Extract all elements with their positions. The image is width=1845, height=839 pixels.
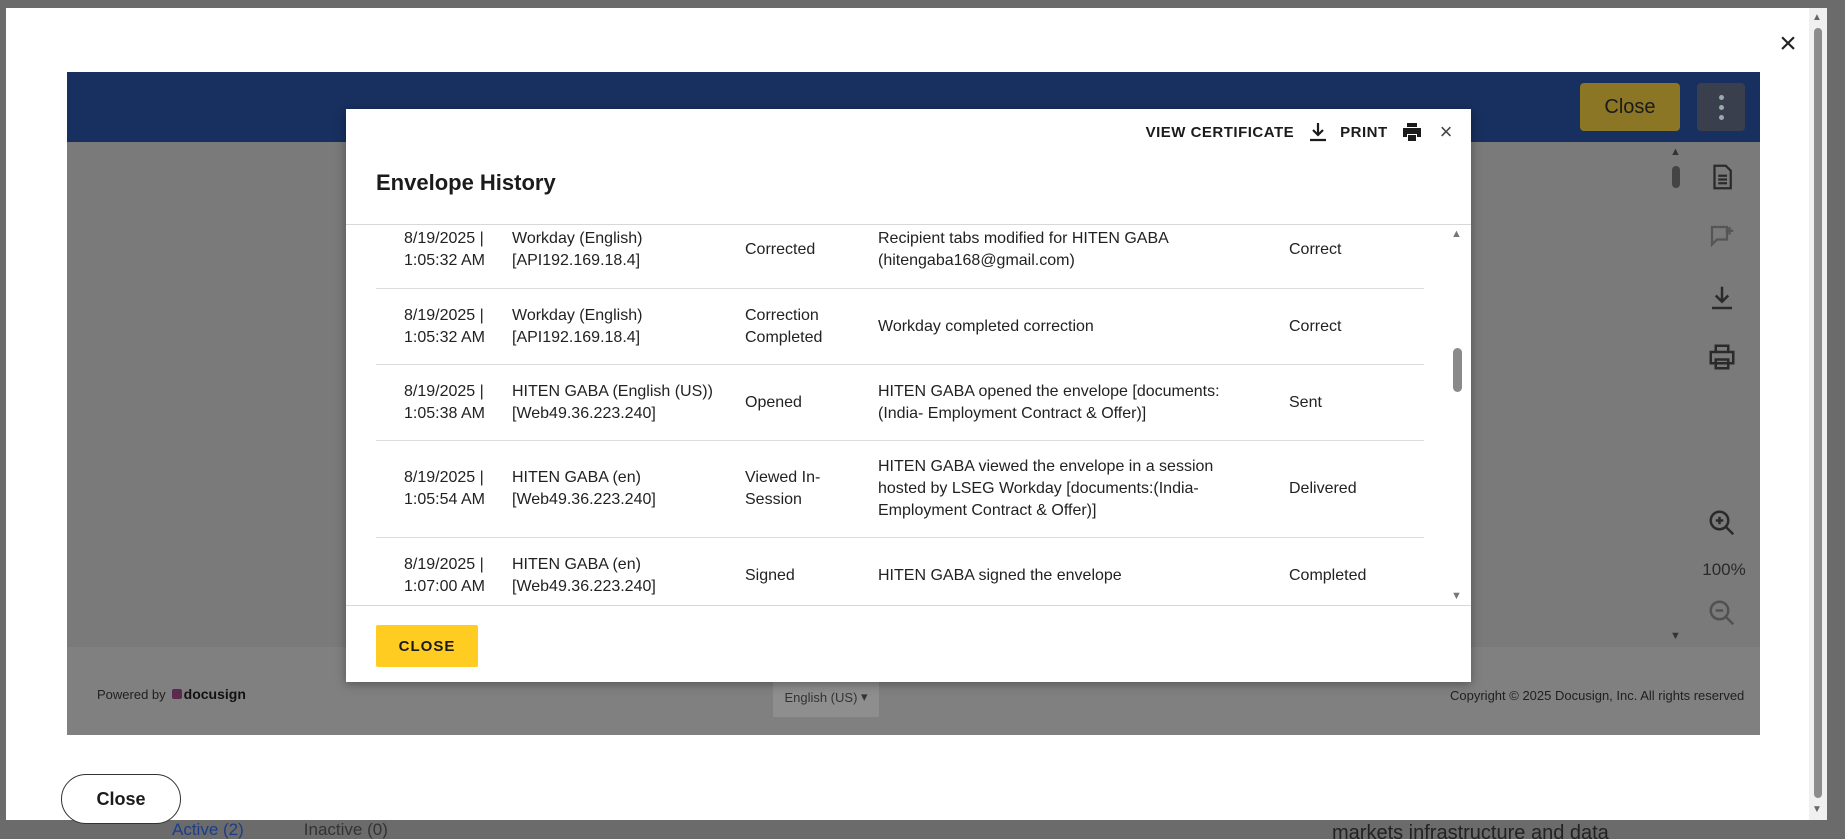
print-icon [1402,123,1421,141]
download-icon[interactable] [1707,283,1737,313]
scroll-down-icon[interactable]: ▼ [1670,630,1681,642]
scroll-thumb[interactable] [1453,348,1462,392]
row-time: 8/19/2025 | 1:05:32 AM [404,306,485,346]
row-status: Completed [1289,566,1367,584]
row-user: Workday (English) [API192.169.18.4] [512,229,643,269]
row-user: HITEN GABA (en) [Web49.36.223.240] [512,469,656,508]
scroll-thumb[interactable] [1672,166,1680,188]
docusign-logo: docusign [171,686,246,702]
row-user: HITEN GABA (English (US)) [Web49.36.223.2… [512,382,713,422]
row-details: HITEN GABA opened the envelope [document… [878,382,1220,422]
print-icon[interactable] [1707,342,1737,372]
scroll-up-icon[interactable]: ▲ [1451,228,1462,240]
row-action: Correction Completed [745,306,823,346]
background-tabs: Active (2) Inactive (0) [172,820,448,839]
scroll-thumb[interactable] [1814,28,1822,798]
view-certificate-button[interactable]: VIEW CERTIFICATE [1146,120,1331,144]
scroll-up-icon[interactable]: ▲ [1670,146,1681,158]
dialog-scrollbar[interactable]: ▲ ▼ [1450,224,1464,606]
dialog-title: Envelope History [376,170,556,195]
row-details: Recipient tabs modified for HITEN GABA (h… [878,229,1169,269]
row-status: Correct [1289,317,1342,335]
scroll-down-icon[interactable]: ▼ [1812,804,1822,815]
row-action: Corrected [745,240,816,258]
row-time: 8/19/2025 | 1:05:54 AM [404,469,485,508]
tab-inactive[interactable]: Inactive (0) [304,820,388,839]
more-options-icon[interactable] [1697,83,1745,131]
tab-active[interactable]: Active (2) [172,820,244,839]
zoom-out-icon[interactable] [1707,598,1737,628]
viewer-scrollbar[interactable]: ▲ ▼ [1669,146,1683,646]
history-rows: 8/19/2025 | 1:05:32 AM Workday (English)[… [376,225,1424,605]
page-scrollbar[interactable]: ▲ ▼ [1809,8,1827,820]
row-status: Delivered [1289,480,1357,497]
dialog-close-button[interactable]: CLOSE [376,625,478,667]
language-select[interactable]: English (US) ▾ [773,677,879,717]
close-icon[interactable]: × [1774,29,1802,59]
history-table: 8/19/2025 | 1:05:32 AM Workday (English)[… [346,224,1471,606]
row-details: HITEN GABA signed the envelope [878,566,1122,584]
row-details: Workday completed correction [878,317,1094,335]
envelope-history-dialog: VIEW CERTIFICATE PRINT × Envelope Histor… [346,109,1471,682]
add-comment-icon[interactable] [1707,222,1737,252]
viewer-close-button[interactable]: Close [1580,83,1680,131]
table-row: 8/19/2025 | 1:05:38 AM HITEN GABA (Englis… [376,365,1424,441]
scroll-up-icon[interactable]: ▲ [1812,12,1822,23]
row-action: Signed [745,566,795,584]
row-time: 8/19/2025 | 1:05:32 AM [404,229,485,269]
copyright-text: Copyright © 2025 Docusign, Inc. All righ… [1450,688,1745,703]
table-row: 8/19/2025 | 1:05:54 AM HITEN GABA (en) [We… [376,441,1424,538]
document-icon[interactable] [1707,162,1737,192]
zoom-level: 100% [1702,560,1746,579]
table-row: 8/19/2025 | 1:05:32 AM Workday (English)[… [376,289,1424,365]
row-action: Viewed In-Session [745,469,821,508]
dialog-toolbar: VIEW CERTIFICATE PRINT × [1146,119,1453,145]
row-user: HITEN GABA (en) [Web49.36.223.240] [512,555,656,595]
row-user: Workday (English) [API192.169.18.4] [512,306,643,346]
download-icon [1310,123,1327,142]
powered-by: Powered by docusign [97,686,246,702]
row-details: HITEN GABA viewed the envelope in a sess… [878,458,1214,519]
powered-by-label: Powered by [97,686,166,702]
table-row: 8/19/2025 | 1:07:00 AM HITEN GABA (en) [We… [376,538,1424,605]
close-icon[interactable]: × [1440,119,1453,145]
scroll-down-icon[interactable]: ▼ [1451,590,1462,602]
row-action: Opened [745,393,802,411]
print-button[interactable]: PRINT [1340,120,1424,144]
row-status: Correct [1289,240,1342,258]
row-status: Sent [1289,393,1322,411]
row-time: 8/19/2025 | 1:07:00 AM [404,555,485,595]
row-time: 8/19/2025 | 1:05:38 AM [404,382,485,422]
close-button[interactable]: Close [61,774,181,824]
table-row: 8/19/2025 | 1:05:32 AM Workday (English)[… [376,225,1424,289]
zoom-in-icon[interactable] [1707,508,1737,538]
background-text: markets infrastructure and data [1332,822,1609,839]
